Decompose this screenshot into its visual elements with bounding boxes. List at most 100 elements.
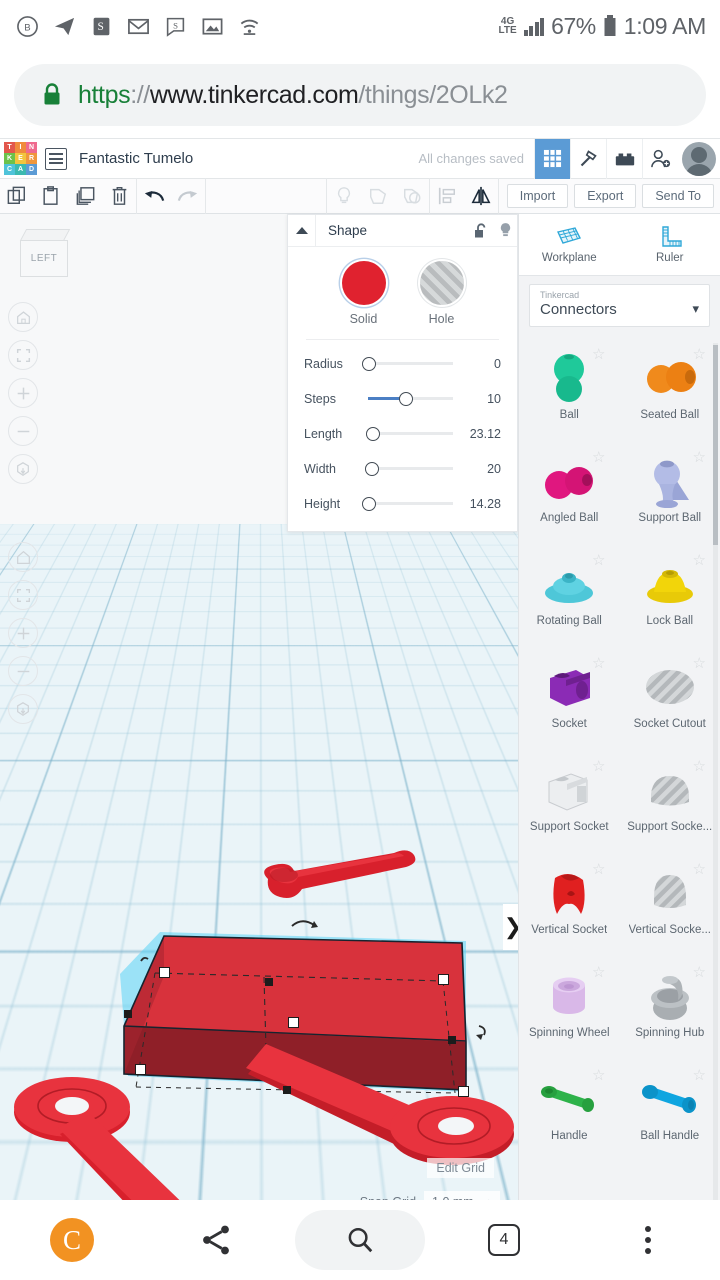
favorite-star-icon[interactable]: ☆ [592,860,605,878]
shape-item-seated-ball[interactable]: ☆ Seated Ball [620,341,720,444]
scale-handle-top-left[interactable] [159,967,170,978]
edge-handle-top-center[interactable] [265,978,273,986]
delete-button[interactable] [102,178,136,214]
grid-view-button[interactable] [534,138,570,179]
import-button[interactable]: Import [506,184,569,208]
perspective-toggle-button[interactable] [8,694,38,724]
favorite-star-icon[interactable]: ☆ [693,1066,706,1084]
document-list-icon[interactable] [45,147,67,170]
lightbulb-icon-panel[interactable] [493,215,517,247]
zoom-out-button-2[interactable] [8,416,38,446]
scale-handle-top-right[interactable] [438,974,449,985]
avatar[interactable] [682,141,716,176]
perspective-toggle-button-2[interactable] [8,454,38,484]
shape-item-lock-ball[interactable]: ☆ Lock Ball [620,547,720,650]
favorite-star-icon[interactable]: ☆ [693,654,706,672]
tinkercad-logo[interactable]: T I N K E R C A D [4,142,37,175]
favorite-star-icon[interactable]: ☆ [592,757,605,775]
hole-swatch[interactable] [419,261,464,305]
tab-count-button[interactable]: 4 [488,1224,520,1256]
search-button[interactable] [295,1210,425,1270]
edge-handle-bottom-center[interactable] [283,1086,291,1094]
align-button[interactable] [430,178,464,214]
hole-option[interactable]: Hole [419,261,464,326]
favorite-star-icon[interactable]: ☆ [592,345,605,363]
favorite-star-icon[interactable]: ☆ [592,654,605,672]
shape-item-rotating-ball[interactable]: ☆ Rotating Ball [519,547,620,650]
edit-grid-button[interactable]: Edit Grid [427,1158,494,1178]
radius-knob[interactable] [362,356,376,371]
height-slider[interactable] [362,496,459,512]
url-input[interactable]: https://www.tinkercad.com/things/2OLk2 [14,64,706,126]
favorite-star-icon[interactable]: ☆ [592,963,605,981]
shape-item-ball[interactable]: ☆ Ball [519,341,620,444]
design-tools-button[interactable] [570,138,606,179]
width-slider[interactable] [362,461,459,477]
steps-knob[interactable] [399,391,413,406]
favorite-star-icon[interactable]: ☆ [693,345,706,363]
send-to-button[interactable]: Send To [642,184,714,208]
zoom-out-button[interactable] [8,656,38,686]
home-view-button-2[interactable] [8,302,38,332]
handle-object-top[interactable] [264,850,416,898]
solid-option[interactable]: Solid [341,261,386,326]
favorite-star-icon[interactable]: ☆ [693,860,706,878]
light-button[interactable] [327,178,361,214]
group-button[interactable] [361,178,395,214]
zoom-in-button-2[interactable] [8,378,38,408]
duplicate-button[interactable] [68,178,102,214]
shape-item-vertical-socket-cutout[interactable]: ☆ Vertical Socke... [620,856,720,959]
scale-handle-center-front[interactable] [288,1017,299,1028]
width-knob[interactable] [365,461,379,476]
steps-slider[interactable] [362,391,459,407]
shape-item-angled-ball[interactable]: ☆ Angled Ball [519,444,620,547]
favorite-star-icon[interactable]: ☆ [693,963,706,981]
shape-item-spinning-wheel[interactable]: ☆ Spinning Wheel [519,959,620,1062]
shape-item-handle[interactable]: ☆ Handle [519,1062,620,1165]
shape-item-support-socket[interactable]: ☆ Support Socket [519,753,620,856]
favorite-star-icon[interactable]: ☆ [592,448,605,466]
shape-item-support-ball[interactable]: ☆ Support Ball [620,444,720,547]
search-cell[interactable] [288,1210,432,1270]
scale-handle-bottom-left[interactable] [135,1064,146,1075]
redo-button[interactable] [171,178,205,214]
edge-handle-left[interactable] [124,1010,132,1018]
solid-color-swatch[interactable] [341,261,386,305]
export-button[interactable]: Export [574,184,637,208]
scale-handle-bottom-right[interactable] [458,1086,469,1097]
three-dot-menu-icon[interactable] [645,1226,651,1254]
library-category-select[interactable]: Tinkercad Connectors ▾ [529,284,710,327]
view-cube-front-face-2[interactable]: LEFT [20,240,68,277]
fit-view-button[interactable] [8,580,38,610]
shape-item-spinning-hub[interactable]: ☆ Spinning Hub [620,959,720,1062]
favorite-star-icon[interactable]: ☆ [693,551,706,569]
invite-button[interactable] [642,138,678,179]
browser-logo-icon[interactable]: C [50,1218,94,1262]
shape-item-ball-handle[interactable]: ☆ Ball Handle [620,1062,720,1165]
rotation-handle-top[interactable] [291,920,318,928]
menu-cell[interactable] [576,1226,720,1254]
workplane-tool[interactable]: Workplane [519,214,620,275]
mirror-button[interactable] [464,178,498,214]
length-knob[interactable] [366,426,380,441]
favorite-star-icon[interactable]: ☆ [693,757,706,775]
height-knob[interactable] [362,496,376,511]
shape-item-support-socket-cutout[interactable]: ☆ Support Socke... [620,753,720,856]
rotation-handle-right[interactable] [476,1025,486,1040]
ungroup-button[interactable] [395,178,429,214]
home-view-button[interactable] [8,542,38,572]
favorite-star-icon[interactable]: ☆ [592,551,605,569]
shape-item-vertical-socket[interactable]: ☆ Vertical Socket [519,856,620,959]
copy-button[interactable] [0,178,34,214]
paste-button[interactable] [34,178,68,214]
radius-slider[interactable] [362,356,459,372]
view-cube-overlay[interactable]: LEFT [19,229,71,277]
length-slider[interactable] [362,426,459,442]
fit-view-button-2[interactable] [8,340,38,370]
unlock-padlock-icon[interactable] [469,215,493,247]
zoom-in-button[interactable] [8,618,38,648]
undo-button[interactable] [137,178,171,214]
ruler-tool[interactable]: Ruler [620,214,720,275]
tabs-cell[interactable]: 4 [432,1224,576,1256]
browser-home-cell[interactable]: C [0,1218,144,1262]
